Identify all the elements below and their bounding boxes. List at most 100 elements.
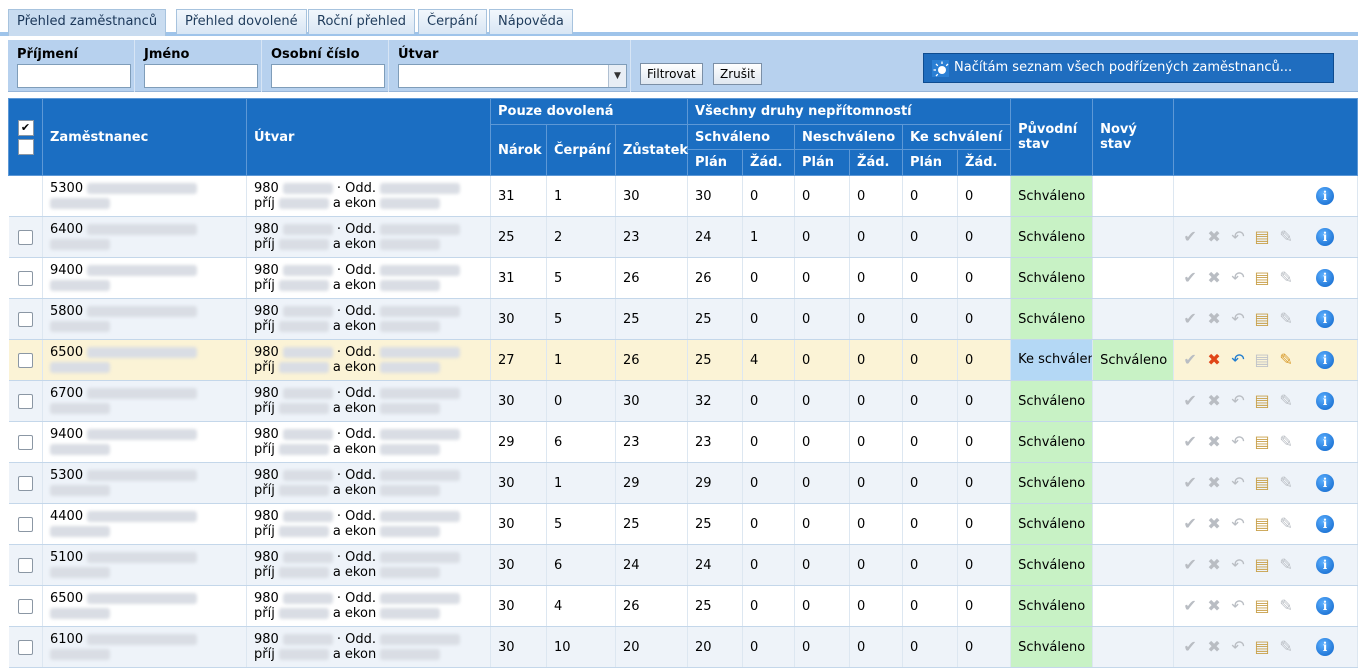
row-checkbox[interactable]: [17, 557, 33, 573]
undo-icon[interactable]: ↶: [1228, 514, 1248, 534]
utvar-select[interactable]: ▼: [398, 64, 627, 88]
table-row[interactable]: 9400 980 · Odd. příj a ekon 29 6 23 23 0 0 0 0 0 Schvá…: [8, 421, 1358, 463]
table-row[interactable]: 5300 980 · Odd. příj a ekon 30 1 29 29 0 0 0 0 0 Schvá…: [8, 462, 1358, 504]
info-icon[interactable]: i: [1316, 228, 1335, 246]
x-icon[interactable]: ✖: [1204, 268, 1224, 288]
info-icon[interactable]: i: [1316, 392, 1335, 410]
employee-cell[interactable]: 5800: [42, 298, 247, 340]
employee-cell[interactable]: 6400: [42, 216, 247, 258]
row-checkbox[interactable]: [17, 434, 33, 450]
add-document-icon[interactable]: ▤: [1252, 350, 1272, 370]
table-row[interactable]: 5100 980 · Odd. příj a ekon 30 6 24 24 0 0 0 0 0 Schvá…: [8, 544, 1358, 586]
check-icon[interactable]: ✔: [1180, 432, 1200, 452]
edit-icon[interactable]: ✎: [1276, 432, 1296, 452]
x-icon[interactable]: ✖: [1204, 473, 1224, 493]
info-icon[interactable]: i: [1316, 474, 1335, 492]
row-checkbox[interactable]: [17, 639, 33, 655]
employee-cell[interactable]: 6700: [42, 380, 247, 422]
edit-icon[interactable]: ✎: [1276, 473, 1296, 493]
check-icon[interactable]: ✔: [1180, 637, 1200, 657]
add-document-icon[interactable]: ▤: [1252, 309, 1272, 329]
table-row[interactable]: 6500 980 · Odd. příj a ekon 27 1 26 25 4 0 0 0 0 Ke sc…: [8, 339, 1358, 381]
x-icon[interactable]: ✖: [1204, 514, 1224, 534]
info-icon[interactable]: i: [1316, 638, 1335, 656]
jmeno-input[interactable]: [144, 64, 258, 88]
add-document-icon[interactable]: ▤: [1252, 555, 1272, 575]
add-document-icon[interactable]: ▤: [1252, 227, 1272, 247]
prijmeni-input[interactable]: [17, 64, 131, 88]
table-row[interactable]: 6400 980 · Odd. příj a ekon 25 2 23 24 1 0 0 0 0 Schvá…: [8, 216, 1358, 258]
add-document-icon[interactable]: ▤: [1252, 432, 1272, 452]
tab-rocni-prehled[interactable]: Roční přehled: [308, 9, 415, 34]
x-icon[interactable]: ✖: [1204, 309, 1224, 329]
filtrovat-button[interactable]: Filtrovat: [640, 63, 703, 85]
edit-icon[interactable]: ✎: [1276, 596, 1296, 616]
row-checkbox[interactable]: [17, 393, 33, 409]
check-icon[interactable]: ✔: [1180, 268, 1200, 288]
x-icon[interactable]: ✖: [1204, 596, 1224, 616]
add-document-icon[interactable]: ▤: [1252, 391, 1272, 411]
row-checkbox[interactable]: [17, 516, 33, 532]
check-icon[interactable]: ✔: [1180, 391, 1200, 411]
info-icon[interactable]: i: [1316, 351, 1335, 369]
zrusit-button[interactable]: Zrušit: [713, 63, 763, 85]
info-icon[interactable]: i: [1316, 556, 1335, 574]
check-icon[interactable]: ✔: [1180, 514, 1200, 534]
undo-icon[interactable]: ↶: [1228, 309, 1248, 329]
table-row[interactable]: 6700 980 · Odd. příj a ekon 30 0 30 32 0 0 0 0 0 Schvá…: [8, 380, 1358, 422]
table-row[interactable]: 5800 980 · Odd. příj a ekon 30 5 25 25 0 0 0 0 0 Schvá…: [8, 298, 1358, 340]
header-utvar[interactable]: Útvar: [246, 98, 491, 176]
check-icon[interactable]: ✔: [1180, 350, 1200, 370]
row-checkbox[interactable]: [17, 270, 33, 286]
chevron-down-icon[interactable]: ▼: [608, 65, 626, 87]
info-icon[interactable]: i: [1316, 269, 1335, 287]
x-icon[interactable]: ✖: [1204, 227, 1224, 247]
select-all-checked[interactable]: ✔: [17, 119, 34, 136]
check-icon[interactable]: ✔: [1180, 227, 1200, 247]
edit-icon[interactable]: ✎: [1276, 555, 1296, 575]
add-document-icon[interactable]: ▤: [1252, 637, 1272, 657]
tab-cerpani[interactable]: Čerpání: [418, 9, 487, 34]
add-document-icon[interactable]: ▤: [1252, 514, 1272, 534]
x-icon[interactable]: ✖: [1204, 637, 1224, 657]
info-icon[interactable]: i: [1316, 597, 1335, 615]
table-row[interactable]: 4400 980 · Odd. příj a ekon 30 5 25 25 0 0 0 0 0 Schvá…: [8, 503, 1358, 545]
edit-icon[interactable]: ✎: [1276, 227, 1296, 247]
x-icon[interactable]: ✖: [1204, 555, 1224, 575]
undo-icon[interactable]: ↶: [1228, 596, 1248, 616]
tab-prehled-dovolene[interactable]: Přehled dovolené: [176, 9, 307, 34]
select-all-unchecked[interactable]: [17, 138, 34, 155]
info-icon[interactable]: i: [1316, 187, 1335, 205]
employee-cell[interactable]: 4400: [42, 503, 247, 545]
check-icon[interactable]: ✔: [1180, 309, 1200, 329]
table-row[interactable]: 6500 980 · Odd. příj a ekon 30 4 26 25 0 0 0 0 0 Schvá…: [8, 585, 1358, 627]
employee-cell[interactable]: 6500: [42, 339, 247, 381]
tab-prehled-zamestnancu[interactable]: Přehled zaměstnanců: [8, 9, 167, 36]
row-checkbox[interactable]: [17, 598, 33, 614]
x-icon[interactable]: ✖: [1204, 432, 1224, 452]
edit-icon[interactable]: ✎: [1276, 309, 1296, 329]
x-icon[interactable]: ✖: [1204, 350, 1224, 370]
check-icon[interactable]: ✔: [1180, 473, 1200, 493]
tab-napoveda[interactable]: Nápověda: [489, 9, 573, 34]
osobni-cislo-input[interactable]: [271, 64, 385, 88]
employee-cell[interactable]: 5100: [42, 544, 247, 586]
edit-icon[interactable]: ✎: [1276, 350, 1296, 370]
undo-icon[interactable]: ↶: [1228, 637, 1248, 657]
employee-cell[interactable]: 9400: [42, 421, 247, 463]
x-icon[interactable]: ✖: [1204, 391, 1224, 411]
undo-icon[interactable]: ↶: [1228, 432, 1248, 452]
undo-icon[interactable]: ↶: [1228, 391, 1248, 411]
undo-icon[interactable]: ↶: [1228, 227, 1248, 247]
undo-icon[interactable]: ↶: [1228, 473, 1248, 493]
table-row[interactable]: 5300 980 · Odd. příj a ekon 31 1 30 30 0 0 0 0 0 Schvá…: [8, 175, 1358, 217]
check-icon[interactable]: ✔: [1180, 555, 1200, 575]
table-row[interactable]: 9400 980 · Odd. příj a ekon 31 5 26 26 0 0 0 0 0 Schvá…: [8, 257, 1358, 299]
row-checkbox[interactable]: [17, 475, 33, 491]
row-checkbox[interactable]: [17, 352, 33, 368]
info-icon[interactable]: i: [1316, 433, 1335, 451]
check-icon[interactable]: ✔: [1180, 596, 1200, 616]
table-row[interactable]: 6100 980 · Odd. příj a ekon 30 10 20 20 0 0 0 0 0 Schv…: [8, 626, 1358, 668]
row-checkbox[interactable]: [17, 311, 33, 327]
info-icon[interactable]: i: [1316, 515, 1335, 533]
